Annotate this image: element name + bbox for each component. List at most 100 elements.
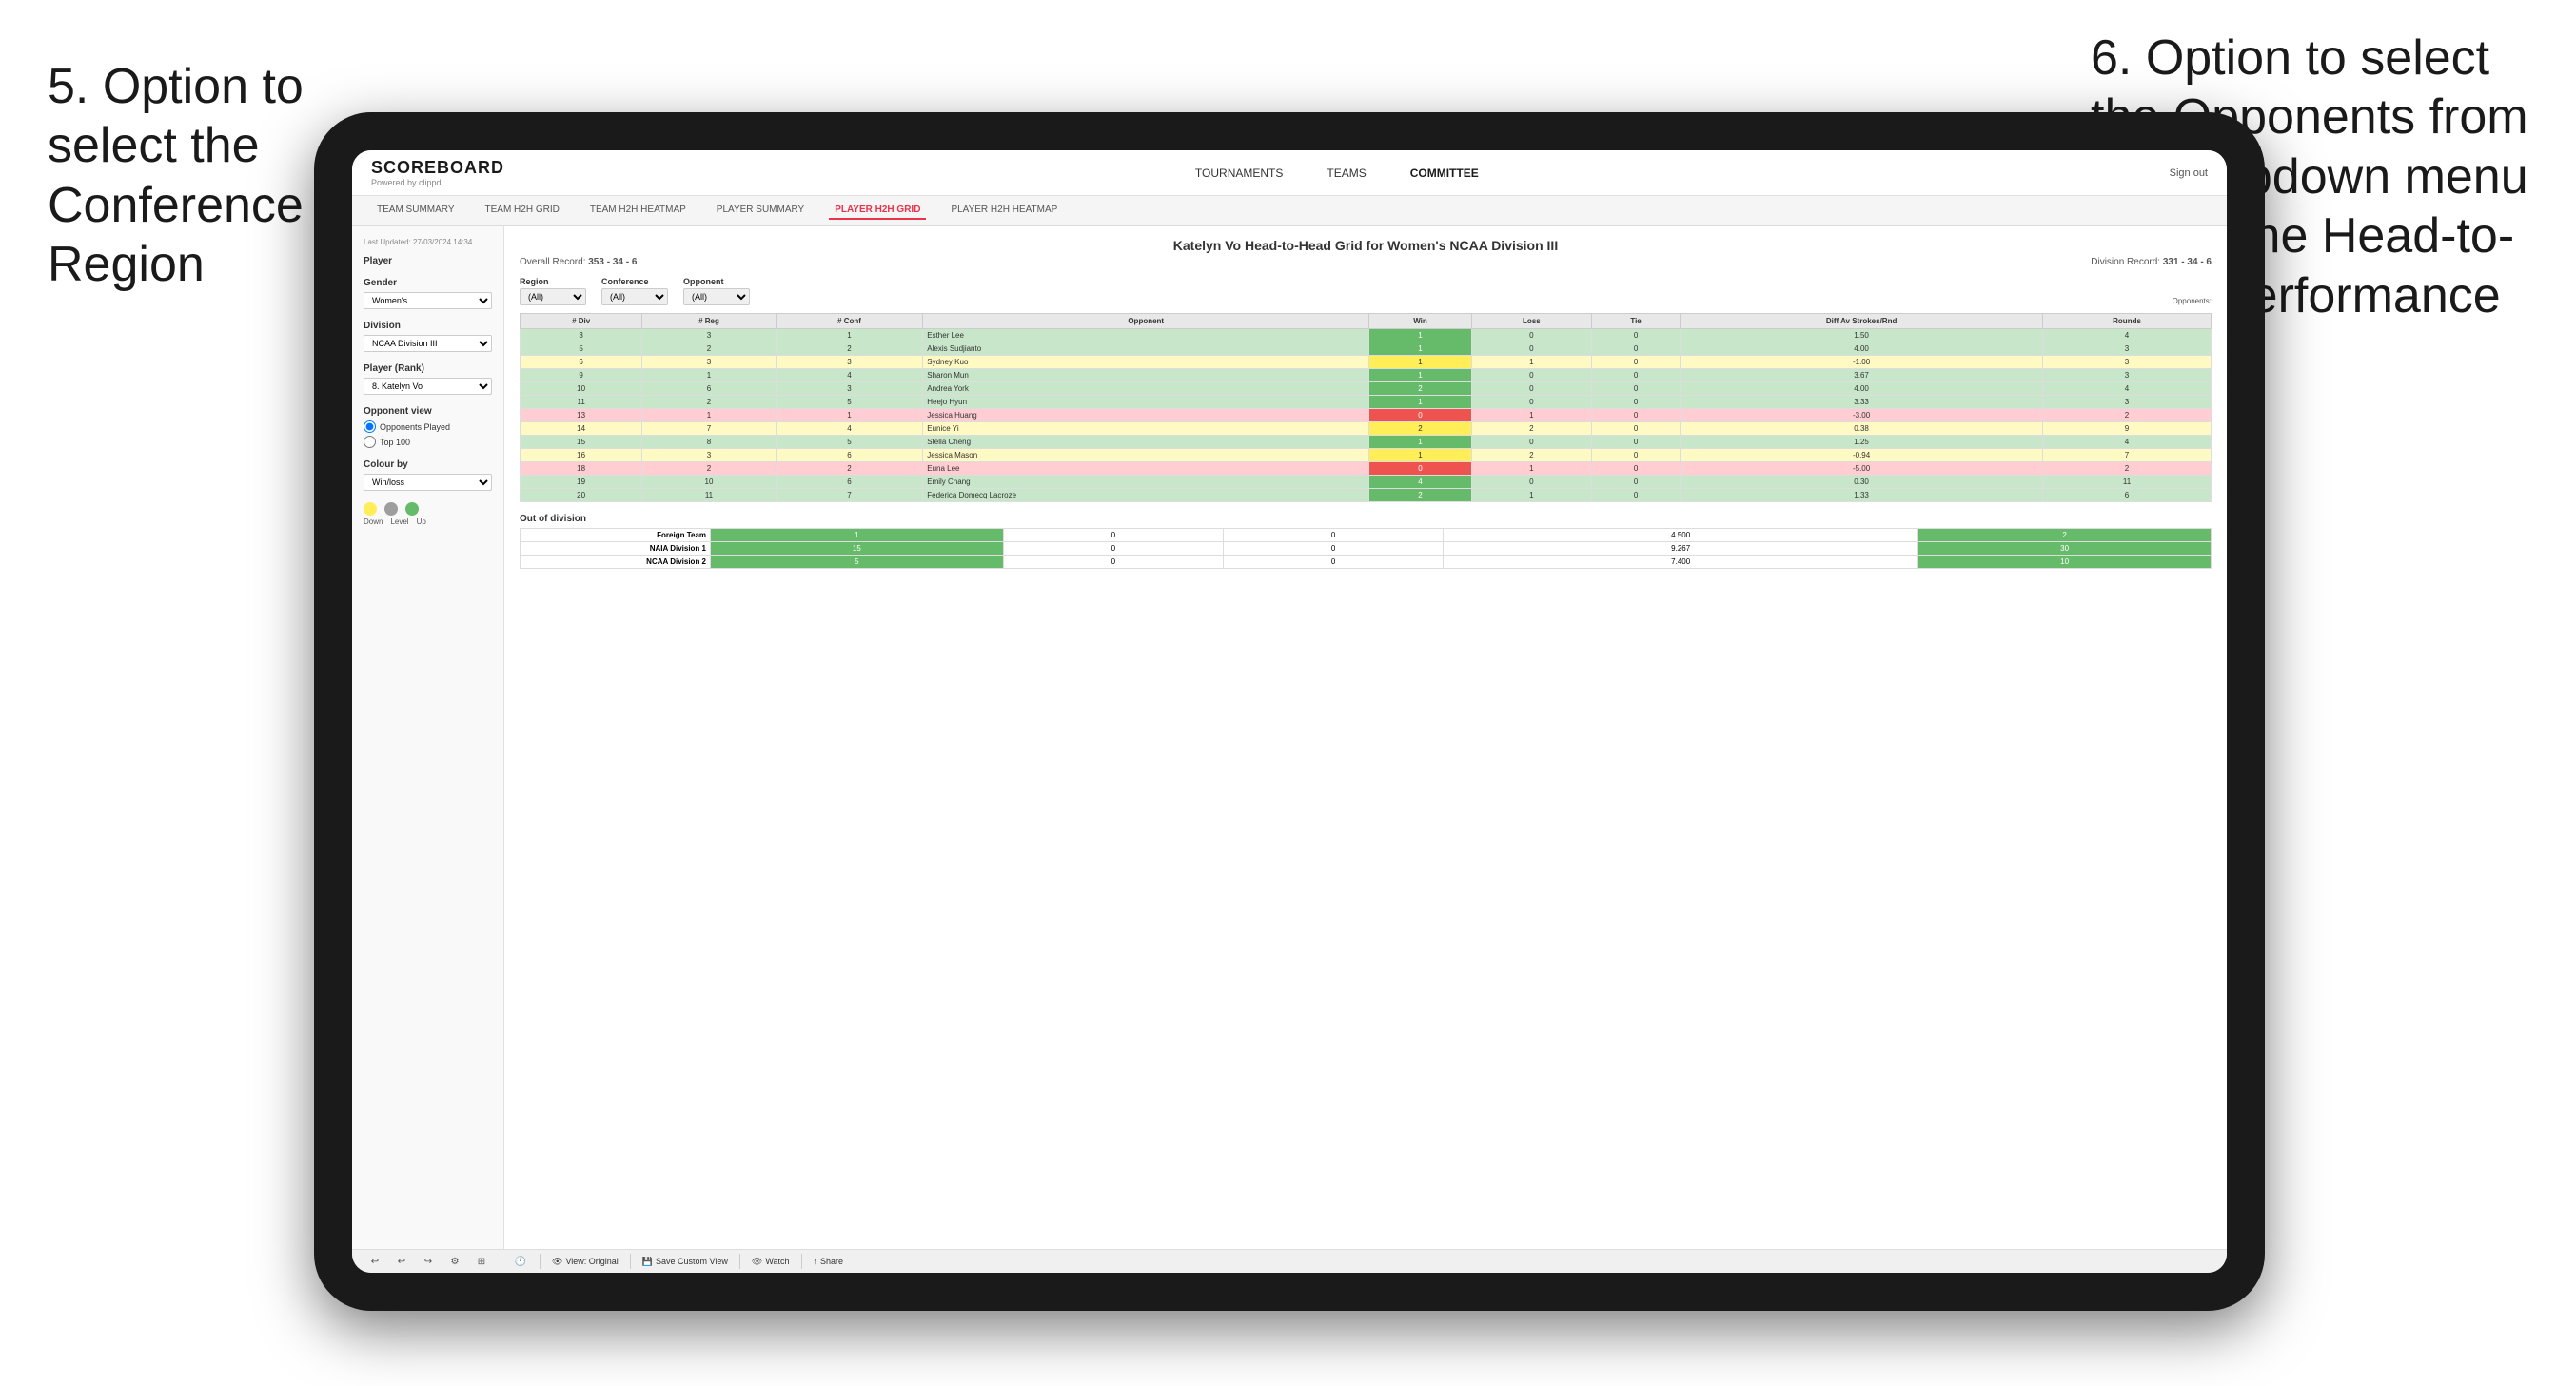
- cell-opponent: Federica Domecq Lacroze: [923, 489, 1369, 502]
- cell-out-rounds: 2: [1918, 529, 2212, 542]
- cell-reg: 3: [642, 356, 776, 369]
- cell-tie: 0: [1591, 382, 1680, 396]
- cell-conf: 4: [776, 369, 923, 382]
- cell-rounds: 3: [2043, 342, 2212, 356]
- share-btn[interactable]: ↑ Share: [814, 1257, 844, 1266]
- player-rank-label: Player (Rank): [364, 363, 492, 374]
- undo2-icon[interactable]: ↩: [394, 1254, 409, 1269]
- conference-select[interactable]: (All): [601, 288, 668, 305]
- division-select[interactable]: NCAA Division III: [364, 335, 492, 352]
- bottom-toolbar: ↩ ↩ ↪ ⚙ ⊞ 🕐 👁 View: Original 💾 Save Cust…: [352, 1249, 2227, 1273]
- cell-loss: 1: [1471, 462, 1591, 476]
- cell-conf: 7: [776, 489, 923, 502]
- region-select[interactable]: (All): [520, 288, 586, 305]
- cell-diff: 4.00: [1681, 342, 2043, 356]
- filter-opponent-group: Opponent (All): [683, 277, 750, 305]
- subnav-team-h2h-grid[interactable]: TEAM H2H GRID: [480, 202, 565, 220]
- cell-rounds: 3: [2043, 356, 2212, 369]
- cell-out-rounds: 30: [1918, 542, 2212, 556]
- cell-diff: 0.30: [1681, 476, 2043, 489]
- subnav-player-summary[interactable]: PLAYER SUMMARY: [711, 202, 810, 220]
- save-icon: 💾: [642, 1257, 653, 1267]
- th-opponent: Opponent: [923, 314, 1369, 329]
- cell-diff: 1.50: [1681, 329, 2043, 342]
- out-division-table: Foreign Team 1 0 0 4.500 2 NAIA Division…: [520, 528, 2212, 569]
- cell-out-win: 15: [711, 542, 1004, 556]
- cell-tie: 0: [1591, 422, 1680, 436]
- player-rank-select[interactable]: 8. Katelyn Vo: [364, 378, 492, 395]
- player-rank-section: Player (Rank) 8. Katelyn Vo: [364, 363, 492, 395]
- cell-rounds: 9: [2043, 422, 2212, 436]
- nav-committee[interactable]: COMMITTEE: [1403, 163, 1486, 184]
- division-record-value: 331 - 34 - 6: [2163, 257, 2212, 267]
- opponent-select[interactable]: (All): [683, 288, 750, 305]
- cell-rounds: 4: [2043, 329, 2212, 342]
- nav-tournaments[interactable]: TOURNAMENTS: [1188, 163, 1290, 184]
- grid-icon[interactable]: ⊞: [474, 1254, 489, 1269]
- clock-icon[interactable]: 🕐: [513, 1254, 528, 1269]
- subnav-team-h2h-heatmap[interactable]: TEAM H2H HEATMAP: [584, 202, 692, 220]
- table-row: 15 8 5 Stella Cheng 1 0 0 1.25 4: [521, 436, 2212, 449]
- subnav-player-h2h-heatmap[interactable]: PLAYER H2H HEATMAP: [945, 202, 1063, 220]
- cell-diff: -1.00: [1681, 356, 2043, 369]
- cell-opponent: Esther Lee: [923, 329, 1369, 342]
- share-icon: ↑: [814, 1257, 818, 1266]
- cell-out-tie: 0: [1223, 529, 1443, 542]
- gender-select[interactable]: Women's: [364, 292, 492, 309]
- cell-tie: 0: [1591, 476, 1680, 489]
- subnav-player-h2h-grid[interactable]: PLAYER H2H GRID: [829, 202, 926, 220]
- colour-by-select[interactable]: Win/loss: [364, 474, 492, 491]
- save-custom-view-btn[interactable]: 💾 Save Custom View: [642, 1257, 728, 1267]
- cell-opponent: Stella Cheng: [923, 436, 1369, 449]
- settings-icon[interactable]: ⚙: [447, 1254, 462, 1269]
- sign-out[interactable]: Sign out: [2170, 167, 2208, 179]
- cell-conf: 2: [776, 462, 923, 476]
- subnav-team-summary[interactable]: TEAM SUMMARY: [371, 202, 461, 220]
- cell-diff: 1.25: [1681, 436, 2043, 449]
- cell-win: 2: [1369, 422, 1472, 436]
- cell-win: 1: [1369, 449, 1472, 462]
- cell-loss: 2: [1471, 422, 1591, 436]
- top-nav: SCOREBOARD Powered by clippd TOURNAMENTS…: [352, 150, 2227, 196]
- cell-rounds: 4: [2043, 436, 2212, 449]
- eye-icon: 👁: [552, 1257, 562, 1267]
- cell-out-loss: 0: [1003, 542, 1223, 556]
- left-panel: Last Updated: 27/03/2024 14:34 Player Ge…: [352, 226, 504, 1249]
- cell-out-loss: 0: [1003, 556, 1223, 569]
- th-div: # Div: [521, 314, 642, 329]
- cell-rounds: 7: [2043, 449, 2212, 462]
- watch-btn[interactable]: 👁 Watch: [752, 1257, 790, 1267]
- cell-rounds: 6: [2043, 489, 2212, 502]
- cell-loss: 1: [1471, 489, 1591, 502]
- cell-div: 5: [521, 342, 642, 356]
- cell-win: 0: [1369, 409, 1472, 422]
- nav-teams[interactable]: TEAMS: [1319, 163, 1373, 184]
- th-diff: Diff Av Strokes/Rnd: [1681, 314, 2043, 329]
- watch-icon: 👁: [752, 1257, 762, 1267]
- overall-record-value: 353 - 34 - 6: [588, 257, 637, 267]
- gender-label: Gender: [364, 278, 492, 288]
- gender-section: Gender Women's: [364, 278, 492, 309]
- tablet-container: SCOREBOARD Powered by clippd TOURNAMENTS…: [314, 112, 2265, 1311]
- cell-out-win: 1: [711, 529, 1004, 542]
- cell-tie: 0: [1591, 436, 1680, 449]
- cell-conf: 6: [776, 449, 923, 462]
- undo-icon[interactable]: ↩: [367, 1254, 383, 1269]
- radio-opponents-played[interactable]: Opponents Played: [364, 420, 492, 433]
- filter-conference-group: Conference (All): [601, 277, 668, 305]
- label-down: Down: [364, 517, 383, 526]
- cell-win: 1: [1369, 369, 1472, 382]
- cell-div: 13: [521, 409, 642, 422]
- cell-conf: 1: [776, 409, 923, 422]
- th-conf: # Conf: [776, 314, 923, 329]
- radio-top100[interactable]: Top 100: [364, 436, 492, 448]
- cell-opponent: Sharon Mun: [923, 369, 1369, 382]
- cell-tie: 0: [1591, 369, 1680, 382]
- th-win: Win: [1369, 314, 1472, 329]
- cell-loss: 0: [1471, 369, 1591, 382]
- cell-out-diff: 9.267: [1444, 542, 1918, 556]
- view-original-btn[interactable]: 👁 View: Original: [552, 1257, 619, 1267]
- table-row: 13 1 1 Jessica Huang 0 1 0 -3.00 2: [521, 409, 2212, 422]
- redo-icon[interactable]: ↪: [421, 1254, 436, 1269]
- cell-rounds: 4: [2043, 382, 2212, 396]
